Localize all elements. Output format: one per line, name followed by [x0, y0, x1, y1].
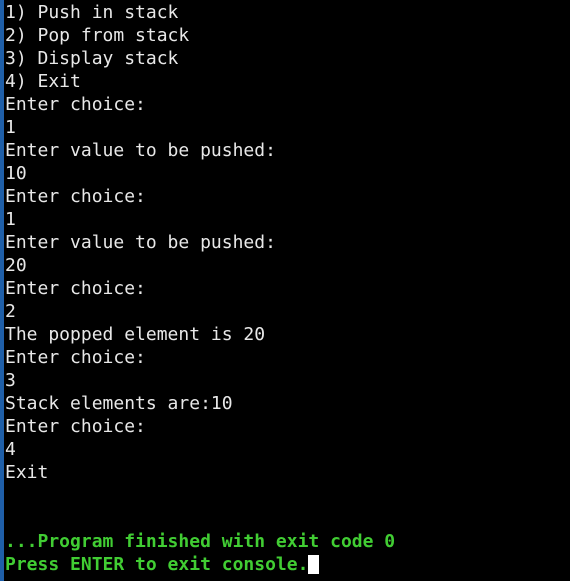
program-status-block: ...Program finished with exit code 0 Pres… — [5, 530, 570, 576]
console-line-output: Exit — [5, 462, 49, 483]
console-line-prompt: Enter choice: — [5, 347, 146, 368]
session-transcript: 1) Push in stack 2) Pop from stack 3) Disp… — [5, 1, 570, 530]
console-line-input: 1 — [5, 117, 16, 138]
console-line-output: Stack elements are:10 — [5, 393, 233, 414]
status-line-text: ...Program finished with exit code 0 — [5, 531, 396, 552]
console-line-output: The popped element is 20 — [5, 324, 266, 345]
console-output-area[interactable]: 1) Push in stack 2) Pop from stack 3) Disp… — [4, 0, 570, 581]
console-line-output: 4) Exit — [5, 71, 81, 92]
console-line-prompt: Enter value to be pushed: — [5, 232, 276, 253]
console-line-input: 4 — [5, 439, 16, 460]
console-line-input: 20 — [5, 255, 27, 276]
console-line-output: 1) Push in stack — [5, 2, 179, 23]
terminal-window[interactable]: 1) Push in stack 2) Pop from stack 3) Disp… — [0, 0, 570, 581]
console-line-input: 10 — [5, 163, 27, 184]
status-line: Press ENTER to exit console. — [5, 553, 570, 576]
status-line: ...Program finished with exit code 0 — [5, 530, 570, 553]
text-cursor — [308, 555, 320, 574]
console-line-input: 3 — [5, 370, 16, 391]
console-line-input: 2 — [5, 301, 16, 322]
status-line-text: Press ENTER to exit console. — [5, 554, 309, 575]
console-line-prompt: Enter value to be pushed: — [5, 140, 276, 161]
console-line-input: 1 — [5, 209, 16, 230]
console-line-prompt: Enter choice: — [5, 186, 146, 207]
console-line-prompt: Enter choice: — [5, 278, 146, 299]
console-line-output: 3) Display stack — [5, 48, 179, 69]
console-line-prompt: Enter choice: — [5, 94, 146, 115]
console-line-output: 2) Pop from stack — [5, 25, 190, 46]
console-line-prompt: Enter choice: — [5, 416, 146, 437]
